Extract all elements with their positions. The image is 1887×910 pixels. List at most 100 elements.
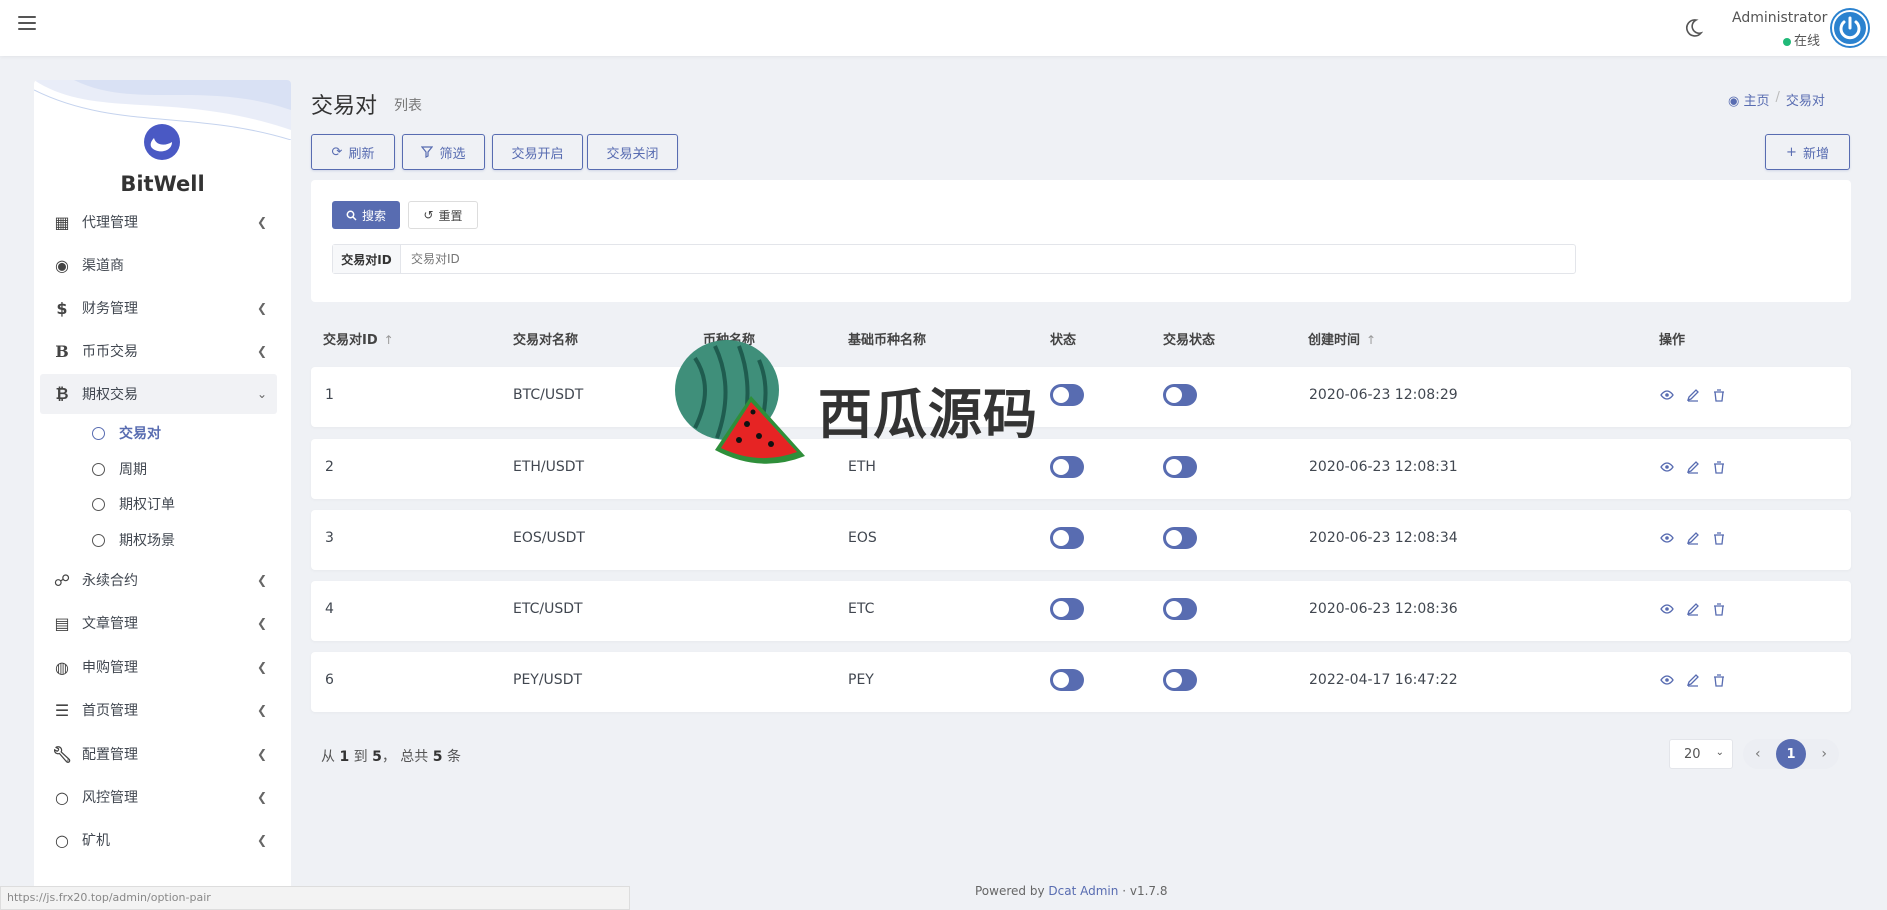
edit-pencil-icon[interactable] [1685, 672, 1701, 688]
sidebar-item-subscription[interactable]: ◍ 申购管理 ❮ [40, 647, 277, 687]
sidebar-item-config[interactable]: 🔧︎ 配置管理 ❮ [40, 734, 277, 774]
column-header-created[interactable]: 创建时间 ↑ [1308, 329, 1376, 348]
newspaper-icon: ▤ [54, 613, 70, 633]
page-subtitle: 列表 [394, 98, 422, 114]
cell-base: ETC [848, 601, 875, 617]
status-toggle[interactable] [1050, 384, 1084, 406]
trade-close-button[interactable]: 交易关闭 [587, 134, 678, 170]
filter-button[interactable]: 筛选 [402, 134, 485, 170]
cell-id: 3 [325, 530, 334, 546]
sidebar-subitem-option-orders[interactable]: 期权订单 [92, 489, 175, 519]
life-ring-icon: ◍ [55, 657, 69, 677]
filter-id-input[interactable] [401, 245, 1575, 273]
page-size-select[interactable]: 20 ⌄ [1669, 739, 1733, 769]
sidebar-subitem-trading-pair[interactable]: 交易对 [92, 418, 161, 448]
powered-by: Powered by Dcat Admin · v1.7.8 [975, 884, 1168, 898]
edit-pencil-icon[interactable] [1685, 387, 1701, 403]
dcat-admin-link[interactable]: Dcat Admin [1048, 884, 1118, 898]
circle-icon [92, 426, 105, 440]
view-eye-icon[interactable] [1659, 459, 1675, 475]
reset-button[interactable]: ↺ 重置 [408, 201, 478, 229]
circle-icon [92, 462, 105, 476]
refresh-button[interactable]: ⟳ 刷新 [311, 134, 395, 170]
sidebar-item-articles[interactable]: ▤ 文章管理 ❮ [40, 603, 277, 643]
sidebar-item-options-trading[interactable]: ₿ 期权交易 ⌄ [40, 374, 277, 414]
column-header-actions: 操作 [1659, 333, 1686, 348]
avatar[interactable] [1830, 8, 1870, 48]
filter-panel: 搜索 ↺ 重置 交易对ID [311, 180, 1851, 302]
brand-name[interactable]: BitWell [34, 172, 291, 196]
hamburger-menu-icon[interactable] [18, 16, 36, 32]
sidebar-item-homepage[interactable]: ☰ 首页管理 ❮ [40, 690, 277, 730]
sidebar-item-channel[interactable]: ◉ 渠道商 [40, 245, 277, 285]
trade-status-toggle[interactable] [1163, 598, 1197, 620]
cell-name: PEY/USDT [513, 672, 583, 688]
cell-created: 2020-06-23 12:08:31 [1309, 459, 1458, 475]
row-actions [1659, 387, 1727, 403]
watermelon-watermark-icon [675, 340, 805, 464]
watermark-text: 西瓜源码 [818, 383, 1038, 446]
next-page-icon[interactable]: › [1821, 746, 1827, 762]
sort-arrow-up-icon[interactable]: ↑ [1366, 333, 1376, 347]
delete-trash-icon[interactable] [1711, 672, 1727, 688]
delete-trash-icon[interactable] [1711, 459, 1727, 475]
edit-pencil-icon[interactable] [1685, 601, 1701, 617]
table-row: 2 ETH/USDT ETH 2020-06-23 12:08:31 [311, 439, 1851, 499]
link-icon: ☍ [53, 570, 71, 590]
sort-arrow-up-icon[interactable]: ↑ [384, 333, 394, 347]
view-eye-icon[interactable] [1659, 672, 1675, 688]
breadcrumb-home[interactable]: ◉ 主页 [1728, 90, 1770, 109]
cell-created: 2020-06-23 12:08:34 [1309, 530, 1458, 546]
sidebar-subitem-period[interactable]: 周期 [92, 454, 147, 484]
edit-pencil-icon[interactable] [1685, 530, 1701, 546]
chevron-left-icon: ❮ [256, 790, 267, 804]
status-toggle[interactable] [1050, 598, 1084, 620]
column-header-id[interactable]: 交易对ID ↑ [323, 329, 394, 348]
sidebar-item-spot-trading[interactable]: B 币币交易 ❮ [40, 331, 277, 371]
circle-icon: ○ [55, 830, 69, 850]
undo-icon: ↺ [423, 208, 434, 222]
trade-status-toggle[interactable] [1163, 527, 1197, 549]
cell-name: BTC/USDT [513, 387, 584, 403]
sidebar-item-finance[interactable]: $ 财务管理 ❮ [40, 288, 277, 328]
delete-trash-icon[interactable] [1711, 530, 1727, 546]
view-eye-icon[interactable] [1659, 530, 1675, 546]
prev-page-icon[interactable]: ‹ [1755, 746, 1761, 762]
edit-pencil-icon[interactable] [1685, 459, 1701, 475]
breadcrumb-current[interactable]: 交易对 [1786, 90, 1825, 109]
trade-status-toggle[interactable] [1163, 669, 1197, 691]
page-button-current[interactable]: 1 [1776, 739, 1806, 769]
chevron-left-icon: ❮ [256, 703, 267, 717]
cell-id: 4 [325, 601, 334, 617]
filter-icon [421, 146, 434, 158]
delete-trash-icon[interactable] [1711, 601, 1727, 617]
status-toggle[interactable] [1050, 456, 1084, 478]
trade-status-toggle[interactable] [1163, 456, 1197, 478]
view-eye-icon[interactable] [1659, 387, 1675, 403]
search-button[interactable]: 搜索 [332, 201, 400, 229]
sidebar-subitem-option-scenes[interactable]: 期权场景 [92, 525, 175, 555]
trade-status-toggle[interactable] [1163, 384, 1197, 406]
brand-logo-icon[interactable] [144, 124, 180, 160]
dashboard-icon: ◉ [1728, 94, 1740, 109]
cell-name: ETH/USDT [513, 459, 585, 475]
dark-mode-moon-icon[interactable] [1683, 18, 1703, 38]
sidebar-item-risk-control[interactable]: ○ 风控管理 ❮ [40, 777, 277, 817]
cell-name: ETC/USDT [513, 601, 583, 617]
sidebar-item-perpetual[interactable]: ☍ 永续合约 ❮ [40, 560, 277, 600]
circle-icon [92, 497, 105, 511]
chevron-left-icon: ❮ [256, 660, 267, 674]
sidebar: BitWell ▦ 代理管理 ❮ ◉ 渠道商 $ 财务管理 ❮ B 币币交易 ❮… [34, 80, 291, 910]
add-button[interactable]: + 新增 [1765, 134, 1850, 170]
trade-open-button[interactable]: 交易开启 [492, 134, 583, 170]
user-name[interactable]: Administrator [1732, 10, 1827, 26]
sidebar-item-mining[interactable]: ○ 矿机 ❮ [40, 820, 277, 860]
delete-trash-icon[interactable] [1711, 387, 1727, 403]
pager: ‹ 1 › [1743, 739, 1839, 769]
status-toggle[interactable] [1050, 527, 1084, 549]
view-eye-icon[interactable] [1659, 601, 1675, 617]
sidebar-item-agent[interactable]: ▦ 代理管理 ❮ [40, 202, 277, 242]
table-row: 4 ETC/USDT ETC 2020-06-23 12:08:36 [311, 581, 1851, 641]
circle-icon: ○ [55, 787, 69, 807]
status-toggle[interactable] [1050, 669, 1084, 691]
